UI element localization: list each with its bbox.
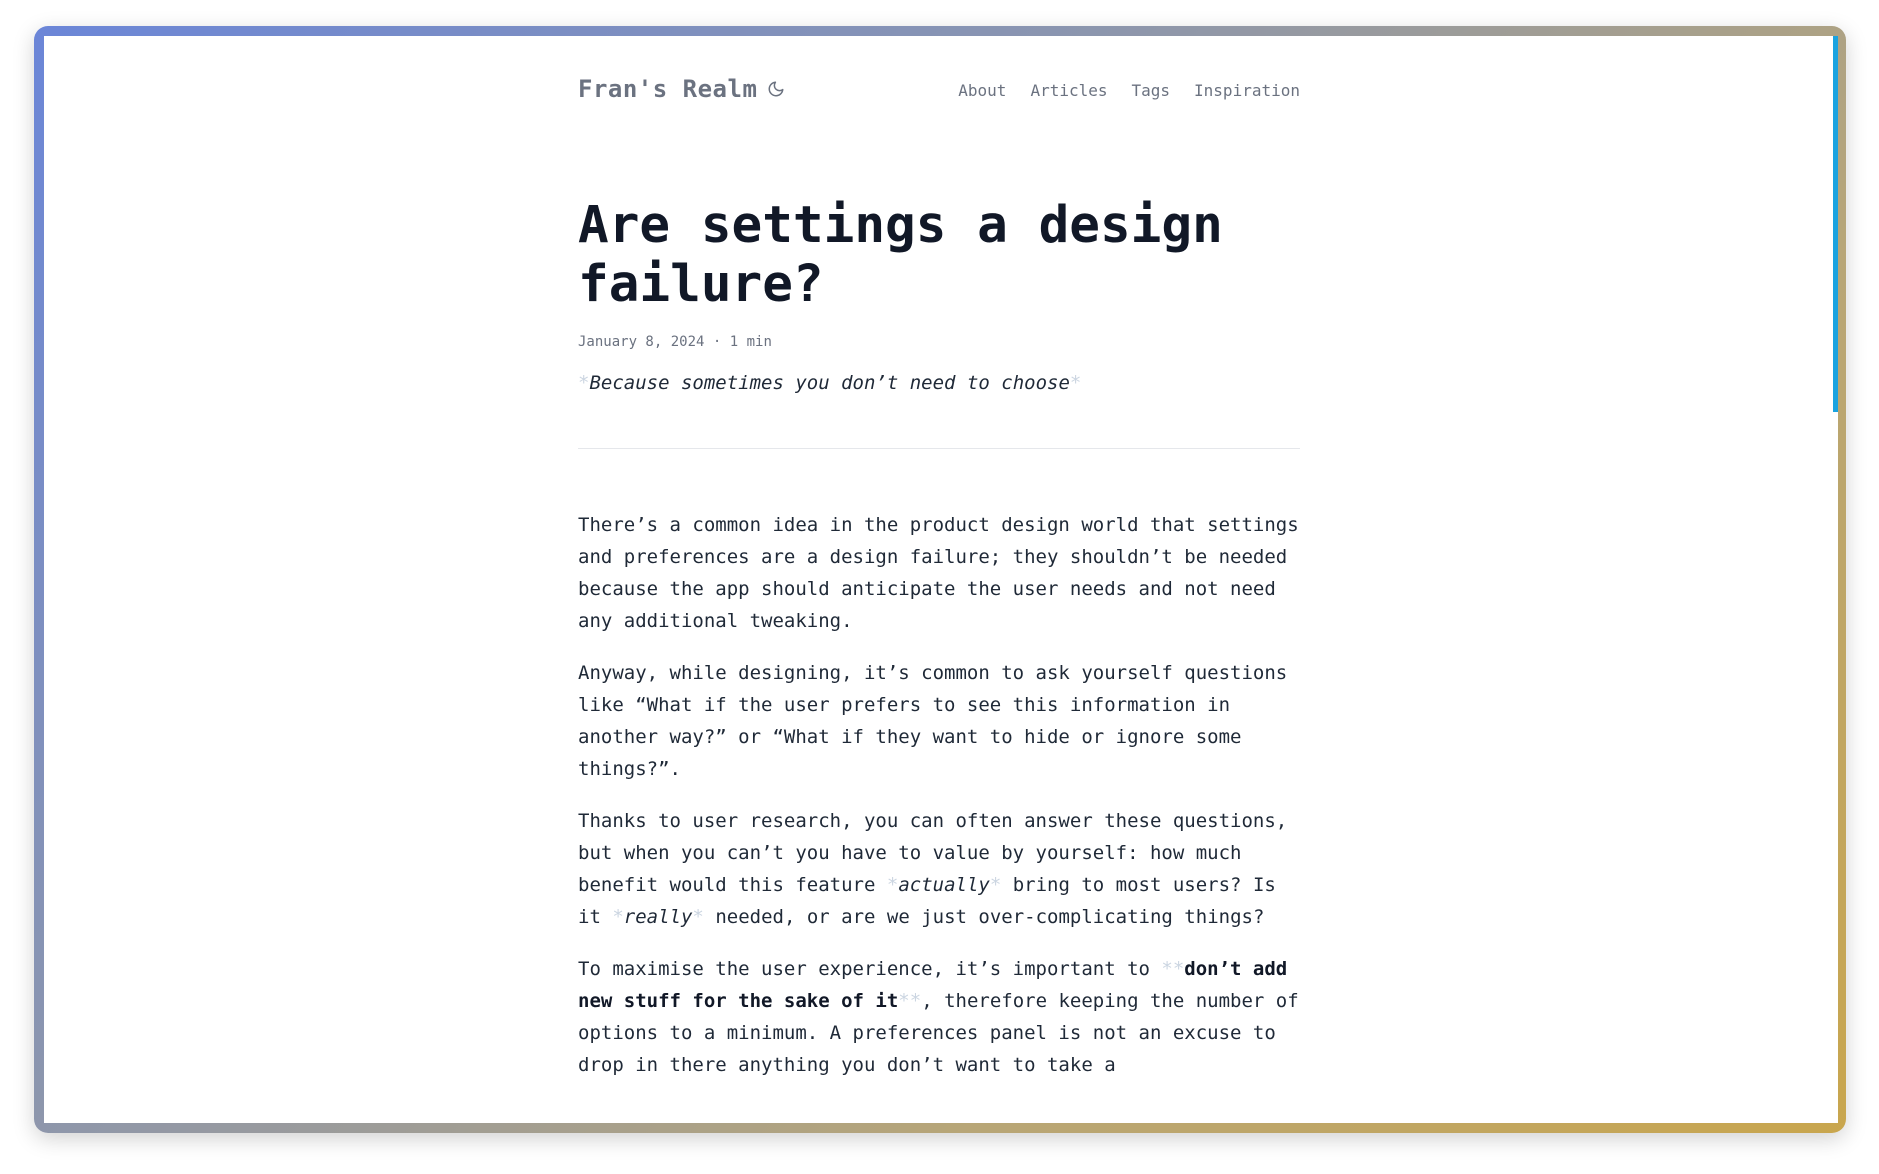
subtitle-text: Because sometimes you don’t need to choo…: [589, 372, 1070, 394]
emphasis: actually: [898, 874, 990, 896]
nav-articles[interactable]: Articles: [1030, 81, 1107, 100]
paragraph: There’s a common idea in the product des…: [578, 514, 1299, 632]
text-run: needed, or are we just over-complicating…: [703, 906, 1265, 928]
text-run: To maximise the user experience, it’s im…: [578, 958, 1162, 980]
italic-marker: *: [578, 372, 590, 394]
italic-marker: *: [989, 874, 1002, 896]
article-date: January 8, 2024: [578, 334, 705, 350]
browser-viewport: Fran's Realm About Articles Tags Inspira…: [44, 36, 1838, 1123]
article-meta: January 8, 2024 · 1 min: [578, 334, 1300, 350]
read-time: 1 min: [729, 334, 772, 350]
main-nav: About Articles Tags Inspiration: [958, 81, 1300, 100]
emphasis: really: [623, 906, 693, 928]
article-body: There’s a common idea in the product des…: [578, 509, 1300, 1081]
moon-icon[interactable]: [767, 80, 785, 98]
nav-about[interactable]: About: [958, 81, 1006, 100]
page-container: Fran's Realm About Articles Tags Inspira…: [578, 36, 1300, 1101]
article-subtitle: *Because sometimes you don’t need to cho…: [578, 372, 1300, 394]
meta-separator: ·: [712, 334, 722, 350]
italic-marker: *: [612, 906, 624, 928]
divider: [578, 448, 1300, 449]
scrollbar[interactable]: [1832, 36, 1838, 1123]
nav-inspiration[interactable]: Inspiration: [1194, 81, 1300, 100]
brand: Fran's Realm: [578, 75, 785, 103]
italic-marker: *: [692, 906, 704, 928]
paragraph: To maximise the user experience, it’s im…: [578, 953, 1300, 1081]
site-title-link[interactable]: Fran's Realm: [578, 75, 757, 103]
site-header: Fran's Realm About Articles Tags Inspira…: [578, 36, 1300, 144]
scrollbar-thumb[interactable]: [1833, 36, 1838, 412]
bold-marker: **: [1161, 958, 1185, 980]
bold-marker: **: [898, 990, 922, 1012]
paragraph: Thanks to user research, you can often a…: [578, 805, 1300, 933]
italic-marker: *: [886, 874, 899, 896]
italic-marker: *: [1069, 372, 1082, 394]
article-title: Are settings a design failure?: [578, 196, 1223, 314]
nav-tags[interactable]: Tags: [1132, 81, 1171, 100]
paragraph: Anyway, while designing, it’s common to …: [578, 662, 1288, 780]
